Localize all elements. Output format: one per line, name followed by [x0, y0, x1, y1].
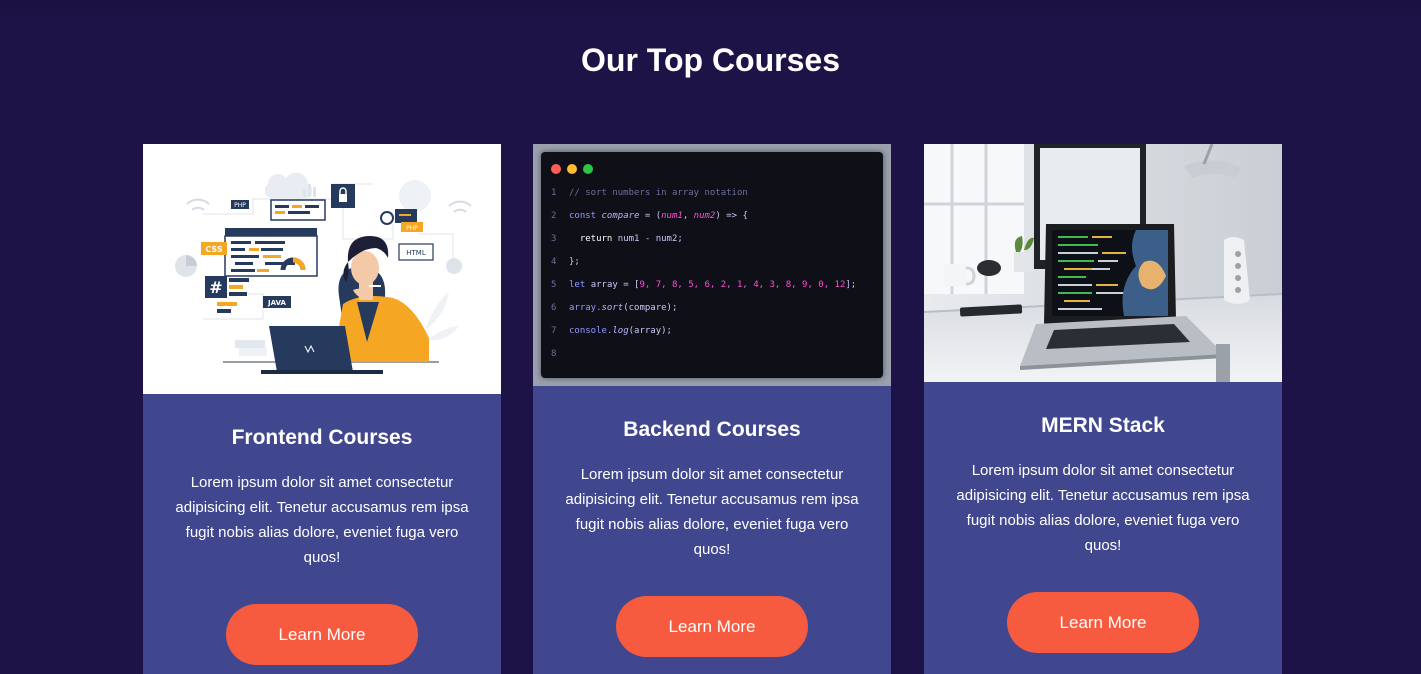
code-line: 3 return num1 - num2; [551, 234, 683, 244]
course-description: Lorem ipsum dolor sit amet consectetur a… [956, 462, 1250, 554]
course-title: MERN Stack [1041, 414, 1165, 437]
code-line: 5 let array = [9, 7, 8, 5, 6, 2, 1, 4, 3,… [551, 280, 857, 290]
code-line: 2 const compare = (num1, num2) => { [551, 211, 748, 221]
learn-more-button[interactable]: Learn More [616, 596, 808, 657]
code-window-image: 1// sort numbers in array notation 2 cons… [533, 144, 891, 386]
code-editor-window: 1// sort numbers in array notation 2 cons… [541, 152, 883, 378]
code-line: 1// sort numbers in array notation [551, 188, 748, 198]
svg-text:HTML: HTML [406, 249, 426, 257]
svg-text:PHP: PHP [406, 225, 418, 232]
top-bar [0, 0, 1421, 22]
course-card-mern: MERN Stack Lorem ipsum dolor sit amet co… [924, 144, 1282, 674]
course-description: Lorem ipsum dolor sit amet consectetur a… [565, 466, 859, 558]
course-description: Lorem ipsum dolor sit amet consectetur a… [175, 474, 469, 566]
svg-text:JAVA: JAVA [267, 299, 286, 307]
course-card-backend: 1// sort numbers in array notation 2 cons… [533, 144, 891, 674]
code-line: 4}; [551, 257, 580, 267]
section-title: Our Top Courses [581, 42, 840, 78]
course-title: Backend Courses [623, 418, 801, 441]
minimize-dot-icon [567, 164, 577, 174]
laptop-desk-photo [924, 144, 1282, 382]
close-dot-icon [551, 164, 561, 174]
courses-page: Our Top Courses PHP PHP CSS HTML # JAVA … [0, 0, 1421, 674]
code-line: 7 console.log(array); [551, 326, 672, 336]
learn-more-button[interactable]: Learn More [226, 604, 418, 665]
course-title: Frontend Courses [231, 426, 413, 449]
code-line: 8 [551, 349, 557, 359]
maximize-dot-icon [583, 164, 593, 174]
developer-illustration: PHP PHP CSS HTML # JAVA [143, 144, 501, 394]
course-card-frontend: PHP PHP CSS HTML # JAVA Frontend Courses… [143, 144, 501, 674]
code-line: 6 array.sort(compare); [551, 303, 678, 313]
svg-text:CSS: CSS [205, 245, 222, 254]
learn-more-button[interactable]: Learn More [1007, 592, 1199, 653]
svg-text:PHP: PHP [234, 202, 246, 209]
svg-text:#: # [209, 278, 222, 297]
